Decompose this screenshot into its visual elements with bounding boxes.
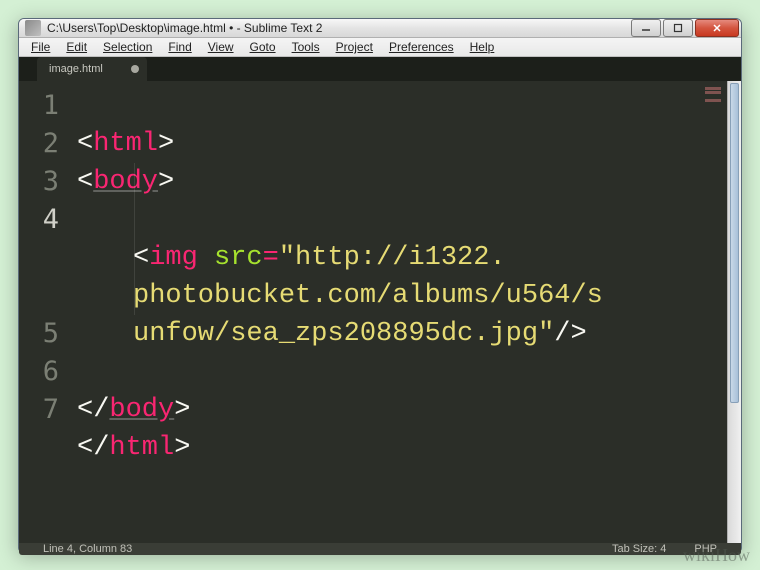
code-line: </html>: [77, 429, 695, 467]
code-line: <img src="http://i1322.: [77, 239, 695, 277]
maximize-icon: [673, 23, 683, 33]
t: http://i1322.: [295, 243, 506, 273]
code-line: <body>: [77, 163, 695, 201]
t: html: [109, 433, 174, 463]
minimap[interactable]: [703, 81, 727, 543]
t: >: [158, 129, 174, 159]
code-area[interactable]: <html><body> <img src="http://i1322.phot…: [67, 81, 703, 543]
code-line: </body>: [77, 391, 695, 429]
minimize-button[interactable]: [631, 19, 661, 37]
menu-view[interactable]: View: [200, 38, 242, 56]
app-icon: [25, 20, 41, 36]
menubar: File Edit Selection Find View Goto Tools…: [19, 38, 741, 57]
t: </: [77, 395, 109, 425]
menu-goto[interactable]: Goto: [242, 38, 284, 56]
line-number: 5: [19, 315, 59, 353]
menu-label: Edit: [66, 40, 87, 54]
window-title: C:\Users\Top\Desktop\image.html • - Subl…: [47, 21, 631, 35]
code-line: <html>: [77, 125, 695, 163]
menu-label: Preferences: [389, 40, 454, 54]
menu-selection[interactable]: Selection: [95, 38, 160, 56]
t: body: [109, 395, 174, 425]
titlebar[interactable]: C:\Users\Top\Desktop\image.html • - Subl…: [19, 19, 741, 38]
wrap-spacer: [19, 239, 59, 315]
close-button[interactable]: [695, 19, 739, 37]
menu-project[interactable]: Project: [328, 38, 381, 56]
maximize-button[interactable]: [663, 19, 693, 37]
editor: 1 2 3 4 5 6 7 <html><body> <img src="htt…: [19, 81, 741, 543]
menu-tools[interactable]: Tools: [284, 38, 328, 56]
t: >: [174, 395, 190, 425]
t: body: [93, 167, 158, 197]
t: ": [538, 319, 554, 349]
tab-label: image.html: [49, 63, 103, 75]
menu-label: Goto: [250, 40, 276, 54]
t: src: [214, 243, 263, 273]
minimap-line: [705, 91, 721, 94]
t: unfow/sea_zps208895dc.jpg: [133, 319, 538, 349]
menu-label: View: [208, 40, 234, 54]
file-tab[interactable]: image.html: [37, 57, 147, 81]
line-gutter: 1 2 3 4 5 6 7: [19, 81, 67, 543]
menu-label: Selection: [103, 40, 152, 54]
line-number: 3: [19, 163, 59, 201]
t: >: [174, 433, 190, 463]
indent-guide: [134, 163, 135, 315]
menu-label: Find: [168, 40, 191, 54]
t: />: [554, 319, 586, 349]
dirty-indicator-icon: [131, 65, 139, 73]
menu-label: File: [31, 40, 50, 54]
menu-edit[interactable]: Edit: [58, 38, 95, 56]
t: </: [77, 433, 109, 463]
code-line: [77, 201, 695, 239]
watermark: wikiHow: [683, 545, 750, 566]
t: <: [77, 129, 93, 159]
minimap-line: [705, 87, 721, 90]
line-number: 7: [19, 391, 59, 429]
t: <: [77, 167, 93, 197]
t: photobucket.com/albums/u564/s: [133, 281, 603, 311]
window-controls: [631, 19, 739, 37]
minimap-line: [705, 99, 721, 102]
vertical-scrollbar[interactable]: [727, 81, 741, 543]
menu-label: Help: [470, 40, 495, 54]
line-number: 2: [19, 125, 59, 163]
app-window: C:\Users\Top\Desktop\image.html • - Subl…: [18, 18, 742, 552]
menu-label: Tools: [292, 40, 320, 54]
statusbar: Line 4, Column 83 Tab Size: 4 PHP: [19, 543, 741, 555]
t: >: [158, 167, 174, 197]
tabbar: image.html: [19, 57, 741, 81]
t: ": [279, 243, 295, 273]
menu-help[interactable]: Help: [462, 38, 503, 56]
t: img: [149, 243, 198, 273]
menu-label: Project: [336, 40, 373, 54]
code-line: [77, 353, 695, 391]
status-cursor[interactable]: Line 4, Column 83: [29, 543, 146, 555]
close-icon: [712, 23, 722, 33]
t: html: [93, 129, 158, 159]
t: =: [263, 243, 279, 273]
t: <: [133, 243, 149, 273]
scrollbar-thumb[interactable]: [730, 83, 739, 403]
code-line: photobucket.com/albums/u564/s: [77, 277, 695, 315]
line-number: 6: [19, 353, 59, 391]
code-line: unfow/sea_zps208895dc.jpg"/>: [77, 315, 695, 353]
menu-file[interactable]: File: [23, 38, 58, 56]
status-tabsize[interactable]: Tab Size: 4: [598, 543, 680, 555]
line-number: 4: [19, 201, 59, 239]
menu-preferences[interactable]: Preferences: [381, 38, 462, 56]
menu-find[interactable]: Find: [160, 38, 199, 56]
line-number: 1: [19, 87, 59, 125]
minimize-icon: [641, 23, 651, 33]
